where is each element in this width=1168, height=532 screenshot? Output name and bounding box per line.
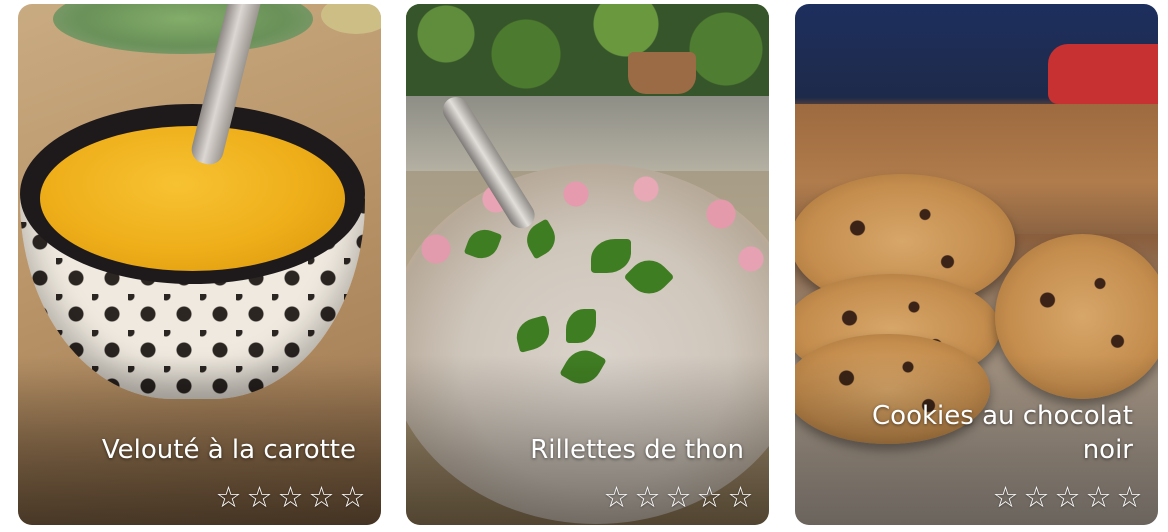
recipe-card-cookies-chocolat[interactable]: Cookies au chocolat noir ☆ ☆ ☆ ☆ ☆: [795, 4, 1158, 525]
star-rating: ☆ ☆ ☆ ☆ ☆: [991, 481, 1144, 513]
star-rating: ☆ ☆ ☆ ☆ ☆: [602, 481, 755, 513]
star-2-icon[interactable]: ☆: [245, 481, 274, 513]
background-glass: [321, 4, 381, 34]
recipe-card-grid: Velouté à la carotte ☆ ☆ ☆ ☆ ☆ Rillettes: [0, 0, 1168, 532]
dish-flower-pattern: [406, 169, 769, 289]
background-foliage: [406, 4, 769, 99]
star-5-icon[interactable]: ☆: [726, 481, 755, 513]
star-5-icon[interactable]: ☆: [1115, 481, 1144, 513]
flower-pot: [628, 52, 696, 94]
star-1-icon[interactable]: ☆: [602, 481, 631, 513]
background-plate: [53, 4, 313, 54]
star-4-icon[interactable]: ☆: [1084, 481, 1113, 513]
star-1-icon[interactable]: ☆: [214, 481, 243, 513]
star-1-icon[interactable]: ☆: [991, 481, 1020, 513]
recipe-card-rillettes-thon[interactable]: Rillettes de thon ☆ ☆ ☆ ☆ ☆: [406, 4, 769, 525]
recipe-title[interactable]: Cookies au chocolat noir: [833, 399, 1133, 467]
recipe-title[interactable]: Rillettes de thon: [444, 433, 744, 467]
star-4-icon[interactable]: ☆: [307, 481, 336, 513]
recipe-title[interactable]: Velouté à la carotte: [56, 433, 356, 467]
star-5-icon[interactable]: ☆: [338, 481, 367, 513]
star-2-icon[interactable]: ☆: [633, 481, 662, 513]
star-rating: ☆ ☆ ☆ ☆ ☆: [214, 481, 367, 513]
star-3-icon[interactable]: ☆: [664, 481, 693, 513]
star-3-icon[interactable]: ☆: [1053, 481, 1082, 513]
recipe-card-veloute-carotte[interactable]: Velouté à la carotte ☆ ☆ ☆ ☆ ☆: [18, 4, 381, 525]
background-red-object: [1048, 44, 1158, 104]
star-3-icon[interactable]: ☆: [276, 481, 305, 513]
star-2-icon[interactable]: ☆: [1022, 481, 1051, 513]
star-4-icon[interactable]: ☆: [695, 481, 724, 513]
